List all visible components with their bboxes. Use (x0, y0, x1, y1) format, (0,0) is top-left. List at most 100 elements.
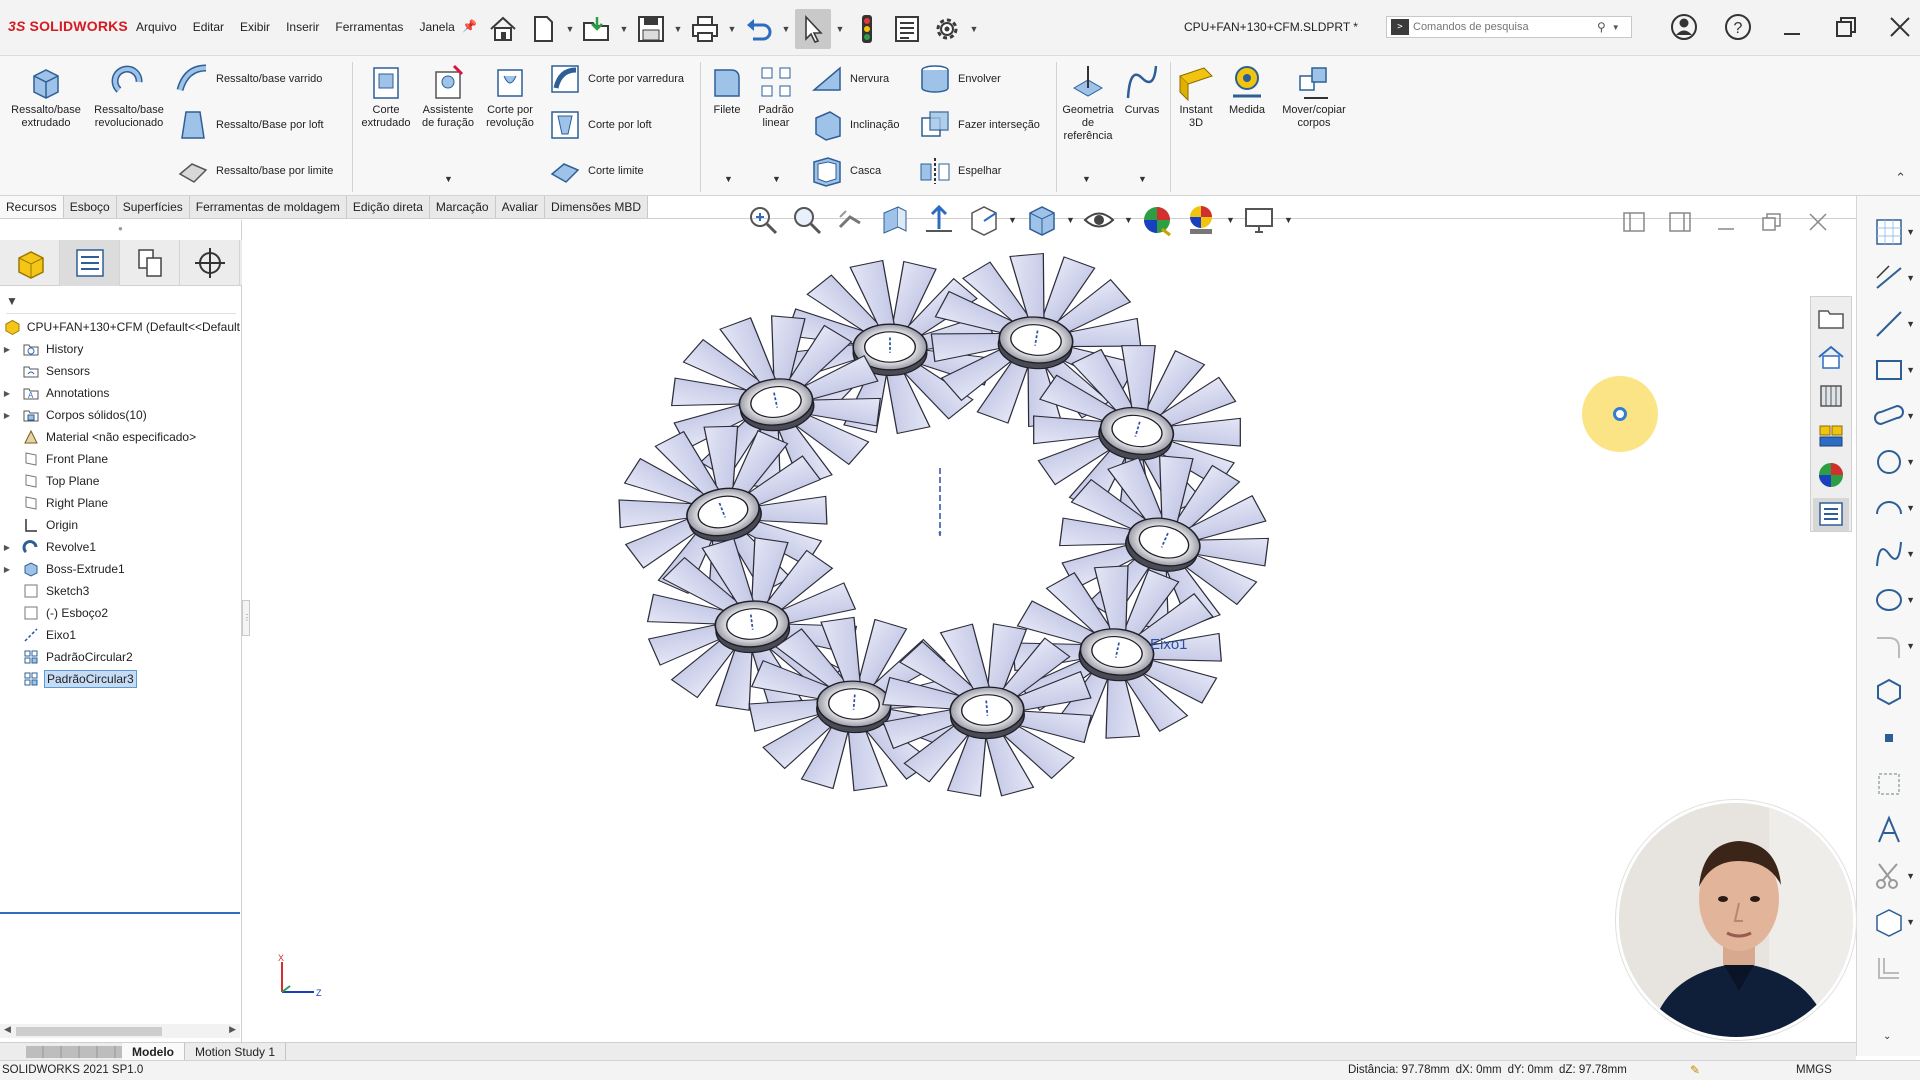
viewport-close-button[interactable] (1804, 208, 1832, 236)
collapse-ribbon-icon[interactable]: ⌃ (1895, 170, 1906, 186)
command-search[interactable]: > ⚲ ▼ (1386, 16, 1632, 38)
search-dropdown-icon[interactable]: ▼ (1612, 23, 1620, 32)
slot-button[interactable]: ▼ (1857, 396, 1920, 436)
view-orientation-button[interactable] (964, 201, 1002, 239)
more-tools-chevron-icon[interactable]: ⌄ (1883, 1031, 1891, 1042)
rectangle-button[interactable]: ▼ (1857, 350, 1920, 390)
circle-dropdown-icon[interactable]: ▼ (1906, 457, 1915, 467)
tab-motion-study[interactable]: Motion Study 1 (185, 1042, 287, 1061)
rib-button[interactable]: Nervura (810, 62, 889, 96)
trim-dropdown-icon[interactable]: ▼ (1906, 871, 1915, 881)
menu-exibir[interactable]: Exibir (240, 20, 270, 34)
expand-arrow-icon[interactable]: ▶ (0, 411, 14, 420)
sketch-fillet-dropdown-icon[interactable]: ▼ (1906, 641, 1915, 651)
instant3d-button[interactable]: Instant 3D (1174, 62, 1218, 130)
tree-root-part[interactable]: CPU+FAN+130+CFM (Default<<Default (0, 316, 242, 338)
select-dropdown-icon[interactable]: ▼ (835, 24, 845, 34)
point-button[interactable] (1857, 718, 1920, 758)
tab-edicao-direta[interactable]: Edição direta (346, 196, 430, 218)
tree-filter[interactable]: ▼ (6, 294, 236, 314)
menu-janela[interactable]: Janela (419, 20, 454, 34)
polygon-button[interactable] (1857, 672, 1920, 712)
offset-entities-button[interactable] (1857, 948, 1920, 988)
edit-appearance-button[interactable] (1138, 201, 1176, 239)
save-dropdown-icon[interactable]: ▼ (673, 24, 683, 34)
reference-geometry-dropdown-icon[interactable]: ▼ (1082, 174, 1091, 184)
hide-show-dropdown-icon[interactable]: ▼ (1124, 215, 1133, 225)
zoom-to-fit-button[interactable] (744, 201, 782, 239)
graphics-area[interactable]: * Eixo1 (250, 220, 1850, 1042)
dimension-dropdown-icon[interactable]: ▼ (1906, 273, 1915, 283)
convert-entities-button[interactable]: ▼ (1857, 902, 1920, 942)
line-dropdown-icon[interactable]: ▼ (1906, 319, 1915, 329)
close-button[interactable] (1880, 8, 1920, 46)
text-button[interactable] (1857, 810, 1920, 850)
solidworks-logo[interactable]: 3S SOLIDWORKS (8, 18, 128, 34)
rebuild-button[interactable] (849, 9, 885, 49)
rollback-bar[interactable] (0, 912, 240, 914)
tab-avaliar[interactable]: Avaliar (495, 196, 546, 218)
task-pane-resources[interactable] (1813, 301, 1849, 334)
tab-esboco[interactable]: Esboço (63, 196, 117, 218)
shell-button[interactable]: Casca (810, 154, 881, 188)
help-button[interactable]: ? (1718, 8, 1758, 46)
spline-button[interactable]: ▼ (1857, 534, 1920, 574)
menu-editar[interactable]: Editar (193, 20, 224, 34)
extruded-cut-button[interactable]: Corte extrudado (358, 62, 414, 130)
options-button[interactable] (929, 9, 965, 49)
pin-menu-icon[interactable]: 📌 (462, 19, 477, 33)
menu-inserir[interactable]: Inserir (286, 20, 319, 34)
previous-view-button[interactable] (832, 201, 870, 239)
hole-wizard-button[interactable]: Assistente de furação (418, 62, 478, 130)
scroll-left-icon[interactable]: ◀ (4, 1024, 11, 1035)
tree-item-right-plane[interactable]: Right Plane (0, 492, 242, 514)
tree-item-top-plane[interactable]: Top Plane (0, 470, 242, 492)
pattern-dropdown-icon[interactable]: ▼ (772, 174, 781, 184)
tree-item-sensors[interactable]: Sensors (0, 360, 242, 382)
splitter-handle-icon[interactable]: ⋮ (242, 600, 251, 636)
tree-item-origin[interactable]: Origin (0, 514, 242, 536)
lofted-cut-button[interactable]: Corte por loft (548, 108, 652, 142)
view-normal-to-button[interactable] (920, 201, 958, 239)
menu-ferramentas[interactable]: Ferramentas (335, 20, 403, 34)
dimxpertmanager-tab[interactable] (180, 240, 240, 286)
fillet-dropdown-icon[interactable]: ▼ (724, 174, 733, 184)
new-dropdown-icon[interactable]: ▼ (565, 24, 575, 34)
expand-arrow-icon[interactable]: ▶ (0, 543, 14, 552)
open-dropdown-icon[interactable]: ▼ (619, 24, 629, 34)
construction-geometry-button[interactable] (1857, 764, 1920, 804)
task-pane-appearances[interactable] (1813, 458, 1849, 491)
sketch-button[interactable]: ▼ (1857, 212, 1920, 252)
revolved-boss-button[interactable]: Ressalto/base revolucionado (88, 62, 170, 130)
tree-item-corpos-s-lidos-10[interactable]: ▶ Corpos sólidos(10) (0, 404, 242, 426)
panel-splitter[interactable]: ⋮ (242, 220, 251, 1042)
expand-arrow-icon[interactable]: ▶ (0, 565, 14, 574)
measure-button[interactable]: Medida (1224, 62, 1270, 117)
view-settings-button[interactable] (1240, 201, 1278, 239)
mirror-button[interactable]: Espelhar (918, 154, 1001, 188)
curves-button[interactable]: Curvas (1120, 62, 1164, 117)
split-left-button[interactable] (1620, 208, 1648, 236)
revolved-cut-button[interactable]: Corte por revolução (482, 62, 538, 130)
sketch-dropdown-icon[interactable]: ▼ (1906, 227, 1915, 237)
home-button[interactable] (485, 9, 521, 49)
user-account-button[interactable] (1664, 8, 1704, 46)
tree-item-padr-ocircular2[interactable]: PadrãoCircular2 (0, 646, 242, 668)
boundary-boss-button[interactable]: Ressalto/base por limite (176, 154, 333, 188)
boundary-cut-button[interactable]: Corte limite (548, 154, 644, 188)
split-right-button[interactable] (1666, 208, 1694, 236)
options-dropdown-icon[interactable]: ▼ (969, 24, 979, 34)
fillet-button[interactable]: Filete (706, 62, 748, 117)
tree-item-history[interactable]: ▶ History (0, 338, 242, 360)
task-pane-file-explorer[interactable] (1813, 419, 1849, 452)
tree-item-front-plane[interactable]: Front Plane (0, 448, 242, 470)
expand-arrow-icon[interactable]: ▶ (0, 389, 14, 398)
featuremanager-tab[interactable] (0, 240, 60, 286)
ellipse-dropdown-icon[interactable]: ▼ (1906, 595, 1915, 605)
tree-item-eixo1[interactable]: Eixo1 (0, 624, 242, 646)
spline-dropdown-icon[interactable]: ▼ (1906, 549, 1915, 559)
print-button[interactable] (687, 9, 723, 49)
new-document-button[interactable] (525, 9, 561, 49)
undo-button[interactable] (741, 9, 777, 49)
open-button[interactable] (579, 9, 615, 49)
